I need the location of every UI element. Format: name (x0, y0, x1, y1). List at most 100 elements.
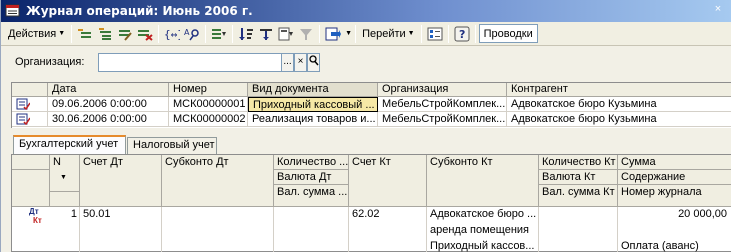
cell-organization[interactable]: МебельСтройКомплек... (378, 112, 507, 127)
posting-dt-kt-icon: Дт Кт (26, 207, 48, 231)
column-header-number[interactable]: Номер (169, 83, 248, 97)
column-header-sum[interactable]: Сумма (618, 155, 731, 170)
actions-label: Действия (8, 27, 57, 40)
column-header-dt-currency-sum[interactable]: Вал. сумма ... (274, 185, 349, 207)
column-header-doc-type[interactable]: Вид документа (248, 83, 378, 97)
cell-number[interactable]: МСК00000002 (169, 112, 248, 127)
close-icon[interactable]: × (710, 3, 726, 17)
tab-tax[interactable]: Налоговый учет (127, 137, 217, 154)
sort-desc-indicator-icon: ▼ (60, 174, 67, 181)
organization-input[interactable] (98, 53, 282, 72)
postings-table: N ▼ Счет Дт Субконто Дт Количество ... В… (11, 154, 731, 252)
svg-text:?: ? (459, 28, 465, 41)
actions-menu-button[interactable]: Действия ▼ (5, 24, 68, 44)
export-icon[interactable] (323, 24, 343, 44)
column-header-kt-currency-sum[interactable]: Вал. сумма Кт (539, 185, 618, 207)
clear-icon[interactable]: × (294, 53, 307, 72)
cell-date[interactable]: 09.06.2006 0:00:00 (48, 97, 169, 112)
column-divider (273, 207, 274, 252)
tab-accounting[interactable]: Бухгалтерский учет (13, 135, 126, 154)
column-header-dt-subconto[interactable]: Субконто Дт (162, 155, 274, 207)
cell-sum[interactable]: 20 000,00 (618, 207, 731, 223)
find-icon[interactable]: A (182, 24, 202, 44)
column-header-kt-account[interactable]: Счет Кт (349, 155, 427, 207)
column-header-dt-currency[interactable]: Валюта Дт (274, 170, 349, 185)
column-header-dt-quantity[interactable]: Количество ... (274, 155, 349, 170)
column-header-journal-number[interactable]: Номер журнала (618, 185, 731, 207)
cell-date[interactable]: 30.06.2006 0:00:00 (48, 112, 169, 127)
toolbar-separator (158, 24, 160, 43)
journal-window: Журнал операций: Июнь 2006 г. × Действия… (0, 0, 731, 252)
column-header-n[interactable]: N ▼ (50, 155, 80, 192)
toolbar-separator (205, 24, 207, 43)
column-header-n-spacer (50, 192, 80, 207)
add-copy-icon[interactable] (75, 24, 95, 44)
interval-icon[interactable]: {↔} (162, 24, 182, 44)
search-icon[interactable] (307, 53, 320, 72)
goto-label: Перейти (362, 27, 406, 40)
organization-label: Организация: (15, 56, 85, 68)
n-header-label: N (53, 156, 61, 168)
column-header-content[interactable]: Содержание (618, 170, 731, 185)
column-divider (538, 207, 539, 252)
hierarchy-icon[interactable] (276, 24, 296, 44)
icon-column-header (12, 155, 50, 170)
column-header-dt-account[interactable]: Счет Дт (80, 155, 162, 207)
journal-app-icon (5, 4, 21, 18)
cell-dt-account[interactable]: 50.01 (80, 207, 160, 223)
dt-icon-label: Дт (29, 207, 39, 216)
toolbar-separator (71, 24, 73, 43)
cell-doc-type-selected[interactable]: Приходный кассовый ... (248, 97, 378, 112)
kt-icon-label: Кт (33, 216, 42, 225)
cell-kt-account[interactable]: 62.02 (349, 207, 425, 223)
document-icon (12, 112, 48, 127)
icon-column-header (12, 170, 50, 207)
document-icon (12, 97, 48, 112)
cell-counterparty[interactable]: Адвокатское бюро Кузьмина (507, 112, 731, 127)
cell-doc-type[interactable]: Реализация товаров и... (248, 112, 378, 127)
cell-n[interactable]: 1 (50, 207, 79, 223)
clear-filter-icon[interactable] (296, 24, 316, 44)
toolbar-separator (232, 24, 234, 43)
cell-content[interactable]: Оплата (аванс) (618, 239, 731, 252)
postings-label: Проводки (483, 27, 533, 40)
toolbar-separator (447, 24, 449, 43)
column-header-kt-quantity[interactable]: Количество Кт (539, 155, 618, 170)
journal-table: Дата Номер Вид документа Организация Кон… (11, 82, 731, 128)
help-icon[interactable]: ? (452, 24, 472, 44)
window-title: Журнал операций: Июнь 2006 г. (26, 4, 253, 18)
goto-menu-button[interactable]: Перейти ▼ (359, 24, 418, 44)
column-header-date[interactable]: Дата (48, 83, 169, 97)
column-header-counterparty[interactable]: Контрагент (507, 83, 731, 97)
chevron-down-icon[interactable]: ▼ (345, 30, 352, 37)
column-divider (161, 207, 162, 252)
cell-organization[interactable]: МебельСтройКомплек... (378, 97, 507, 112)
chevron-down-icon: ▼ (58, 30, 66, 37)
cell-kt-subconto-1[interactable]: Адвокатское бюро ... (427, 207, 537, 223)
title-bar: Журнал операций: Июнь 2006 г. × (1, 0, 731, 22)
column-header-kt-subconto[interactable]: Субконто Кт (427, 155, 539, 207)
sort-desc-icon[interactable] (256, 24, 276, 44)
filter-icon[interactable] (209, 24, 229, 44)
postings-button[interactable]: Проводки (478, 24, 538, 43)
svg-text:{↔}: {↔} (164, 28, 180, 41)
toolbar-separator (319, 24, 321, 43)
add-group-icon[interactable] (95, 24, 115, 44)
cell-counterparty[interactable]: Адвокатское бюро Кузьмина (507, 97, 731, 112)
icon-column-header (12, 83, 48, 97)
column-header-organization[interactable]: Организация (378, 83, 507, 97)
toolbar-separator (474, 24, 476, 43)
properties-icon[interactable] (425, 24, 445, 44)
sort-asc-icon[interactable] (236, 24, 256, 44)
cell-kt-subconto-3[interactable]: Приходный кассов... (427, 239, 537, 252)
organization-filter: Организация: ... × (1, 52, 731, 74)
toolbar-separator (355, 24, 357, 43)
edit-icon[interactable] (115, 24, 135, 44)
svg-text:A: A (184, 28, 190, 37)
select-button[interactable]: ... (281, 53, 294, 72)
chevron-down-icon: ▼ (407, 30, 415, 37)
delete-mark-icon[interactable] (135, 24, 155, 44)
cell-kt-subconto-2[interactable]: аренда помещения (427, 223, 537, 239)
column-header-kt-currency[interactable]: Валюта Кт (539, 170, 618, 185)
cell-number[interactable]: МСК00000001 (169, 97, 248, 112)
